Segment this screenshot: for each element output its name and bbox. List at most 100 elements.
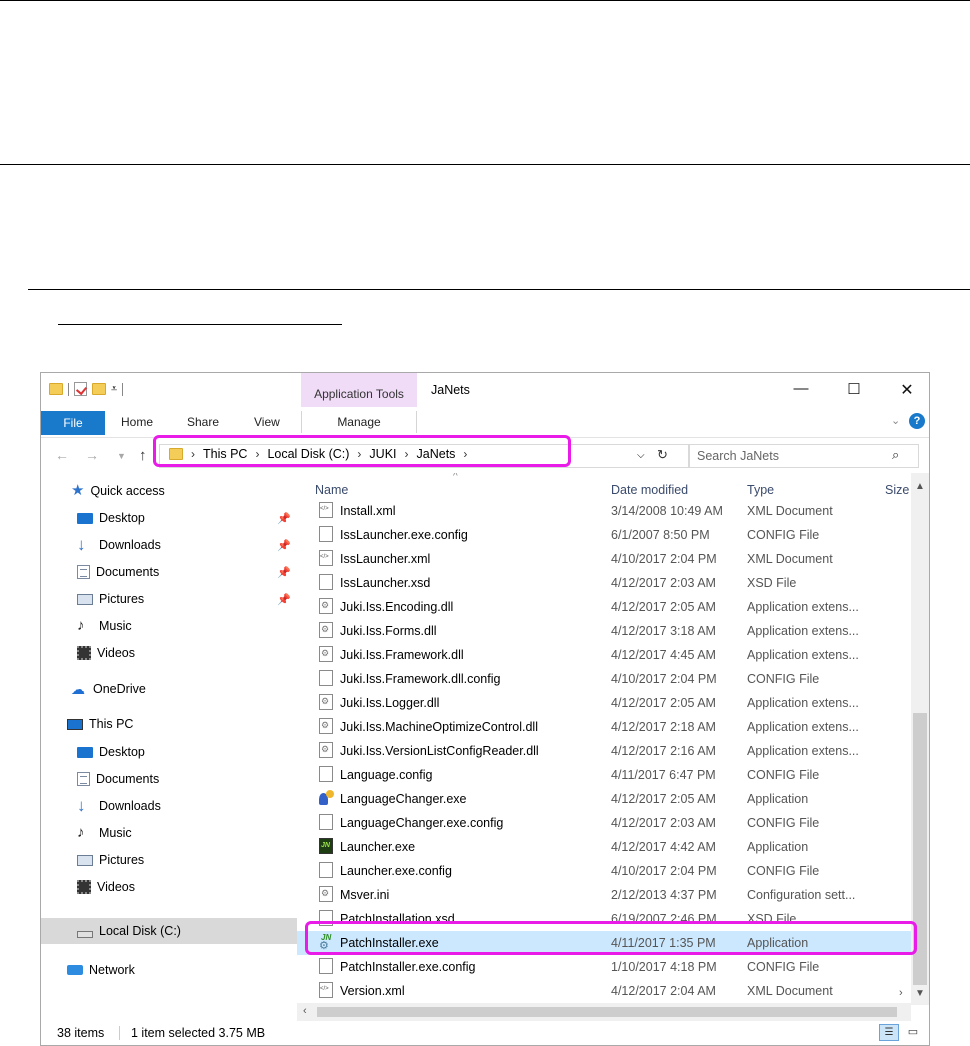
nav-pc-documents[interactable]: Documents — [41, 766, 297, 792]
tab-manage[interactable]: Manage — [301, 411, 417, 433]
properties-icon[interactable] — [74, 382, 87, 396]
tab-home[interactable]: Home — [121, 411, 153, 433]
scroll-thumb[interactable] — [317, 1007, 897, 1017]
forward-arrow-icon[interactable]: → — [85, 447, 99, 463]
expand-ribbon-icon[interactable]: ⌄ — [891, 414, 900, 427]
nav-label: Pictures — [99, 853, 145, 867]
file-row[interactable]: Msver.ini 2/12/2013 4:37 PM Configuration … — [297, 883, 911, 907]
nav-label: Downloads — [99, 799, 161, 813]
scroll-right-icon[interactable]: › — [899, 987, 903, 999]
maximize-button[interactable]: ☐ — [834, 380, 874, 402]
nav-pc-desktop[interactable]: Desktop — [41, 739, 297, 765]
file-date: 1/10/2017 4:18 PM — [611, 960, 717, 974]
close-button[interactable]: ✕ — [887, 380, 927, 402]
column-header-type[interactable]: Type — [747, 483, 774, 497]
nav-pc-pictures[interactable]: Pictures — [41, 847, 297, 873]
section-rule-indented — [28, 289, 970, 290]
nav-label: Videos — [97, 646, 135, 660]
recent-locations-icon[interactable]: ▼ — [117, 451, 126, 461]
tab-share[interactable]: Share — [187, 411, 219, 433]
file-row[interactable]: Juki.Iss.Framework.dll 4/12/2017 4:45 AM A… — [297, 643, 911, 667]
new-folder-icon[interactable] — [92, 383, 106, 395]
file-row[interactable]: IssLauncher.xsd 4/12/2017 2:03 AM XSD File — [297, 571, 911, 595]
file-row[interactable]: Launcher.exe.config 4/10/2017 2:04 PM CONF… — [297, 859, 911, 883]
scroll-left-icon[interactable]: ‹ — [303, 1005, 307, 1017]
details-view-icon[interactable]: ☰ — [879, 1024, 899, 1041]
star-icon: ★ — [71, 482, 85, 499]
nav-pc-downloads[interactable]: ↓ Downloads — [41, 793, 297, 819]
nav-quick-videos[interactable]: Videos — [41, 640, 297, 666]
column-header-date[interactable]: Date modified — [611, 483, 688, 497]
language-changer-icon — [319, 790, 334, 806]
nav-quick-desktop[interactable]: Desktop 📌 — [41, 505, 297, 531]
customize-toolbar-icon[interactable]: ⩡ — [111, 384, 117, 395]
file-row[interactable]: Version.xml 4/12/2017 2:04 AM XML Document — [297, 979, 911, 1003]
pin-icon[interactable]: 📌 — [277, 512, 291, 525]
nav-pc-music[interactable]: ♪ Music — [41, 820, 297, 846]
file-row[interactable]: Juki.Iss.Framework.dll.config 4/10/2017 2… — [297, 667, 911, 691]
nav-quick-music[interactable]: ♪ Music — [41, 613, 297, 639]
large-icons-view-icon[interactable]: ▭ — [903, 1025, 923, 1040]
network-icon — [67, 965, 83, 975]
file-row[interactable]: Juki.Iss.Encoding.dll 4/12/2017 2:05 AM Ap… — [297, 595, 911, 619]
nav-label: Music — [99, 826, 132, 840]
nav-pc-local-disk[interactable]: Local Disk (C:) — [41, 918, 297, 944]
file-name: Install.xml — [340, 504, 396, 518]
nav-quick-pictures[interactable]: Pictures 📌 — [41, 586, 297, 612]
minimize-button[interactable]: — — [781, 380, 821, 402]
column-header-name[interactable]: Name — [315, 483, 348, 497]
file-row[interactable]: LanguageChanger.exe.config 4/12/2017 2:03… — [297, 811, 911, 835]
nav-quick-access[interactable]: ★ Quick access — [41, 478, 297, 504]
file-row[interactable]: LanguageChanger.exe 4/12/2017 2:05 AM Appl… — [297, 787, 911, 811]
file-row[interactable]: Juki.Iss.MachineOptimizeControl.dll 4/12/… — [297, 715, 911, 739]
nav-quick-documents[interactable]: Documents 📌 — [41, 559, 297, 585]
file-name: Launcher.exe.config — [340, 864, 452, 878]
file-row[interactable]: Install.xml 3/14/2008 10:49 AM XML Documen… — [297, 499, 911, 523]
tab-file[interactable]: File — [41, 411, 105, 435]
item-count: 38 items — [57, 1026, 105, 1040]
file-type: Application extens... — [747, 624, 859, 638]
desktop-icon — [77, 746, 93, 758]
documents-icon — [77, 565, 90, 579]
file-row[interactable]: Language.config 4/11/2017 6:47 PM CONFIG F… — [297, 763, 911, 787]
file-date: 4/10/2017 2:04 PM — [611, 864, 717, 878]
file-name: LanguageChanger.exe.config — [340, 816, 504, 830]
nav-label: OneDrive — [93, 682, 146, 696]
back-arrow-icon[interactable]: ← — [55, 447, 69, 463]
file-row[interactable]: Launcher.exe 4/12/2017 4:42 AM Application — [297, 835, 911, 859]
file-row[interactable]: Juki.Iss.Logger.dll 4/12/2017 2:05 AM Appl… — [297, 691, 911, 715]
file-date: 2/12/2013 4:37 PM — [611, 888, 717, 902]
file-name: Juki.Iss.MachineOptimizeControl.dll — [340, 720, 538, 734]
config-file-icon — [319, 766, 333, 782]
pin-icon[interactable]: 📌 — [277, 566, 291, 579]
status-bar: 38 items 1 item selected 3.75 MB ☰ ▭ — [41, 1021, 929, 1045]
download-icon: ↓ — [77, 535, 86, 554]
nav-label: Desktop — [99, 745, 145, 759]
up-arrow-icon[interactable]: ↑ — [139, 447, 147, 464]
nav-onedrive[interactable]: ☁ OneDrive — [41, 676, 297, 702]
file-row[interactable]: IssLauncher.xml 4/10/2017 2:04 PM XML Docu… — [297, 547, 911, 571]
address-dropdown-icon[interactable]: ⌵ — [637, 450, 645, 461]
nav-quick-downloads[interactable]: ↓ Downloads 📌 — [41, 532, 297, 558]
file-row[interactable]: Juki.Iss.VersionListConfigReader.dll 4/12… — [297, 739, 911, 763]
nav-label: Documents — [96, 565, 160, 579]
column-header-size[interactable]: Size — [885, 483, 909, 497]
pin-icon[interactable]: 📌 — [277, 539, 291, 552]
nav-this-pc[interactable]: This PC — [41, 711, 297, 737]
file-row[interactable]: IssLauncher.exe.config 6/1/2007 8:50 PM CO… — [297, 523, 911, 547]
tab-view[interactable]: View — [254, 411, 280, 433]
pin-icon[interactable]: 📌 — [277, 593, 291, 606]
search-icon[interactable]: ⌕ — [892, 447, 899, 463]
scroll-up-icon[interactable]: ▲ — [915, 481, 925, 492]
scroll-down-icon[interactable]: ▼ — [915, 988, 925, 999]
file-row[interactable]: PatchInstaller.exe.config 1/10/2017 4:18 … — [297, 955, 911, 979]
file-date: 4/12/2017 2:18 AM — [611, 720, 716, 734]
nav-network[interactable]: Network — [41, 957, 297, 983]
file-type: XML Document — [747, 552, 833, 566]
help-icon[interactable]: ? — [909, 413, 925, 429]
file-type: XML Document — [747, 984, 833, 998]
file-row[interactable]: Juki.Iss.Forms.dll 4/12/2017 3:18 AM Appli… — [297, 619, 911, 643]
refresh-icon[interactable]: ↻ — [657, 447, 668, 463]
horizontal-scrollbar[interactable]: ‹ › — [297, 987, 911, 1021]
nav-pc-videos[interactable]: Videos — [41, 874, 297, 900]
